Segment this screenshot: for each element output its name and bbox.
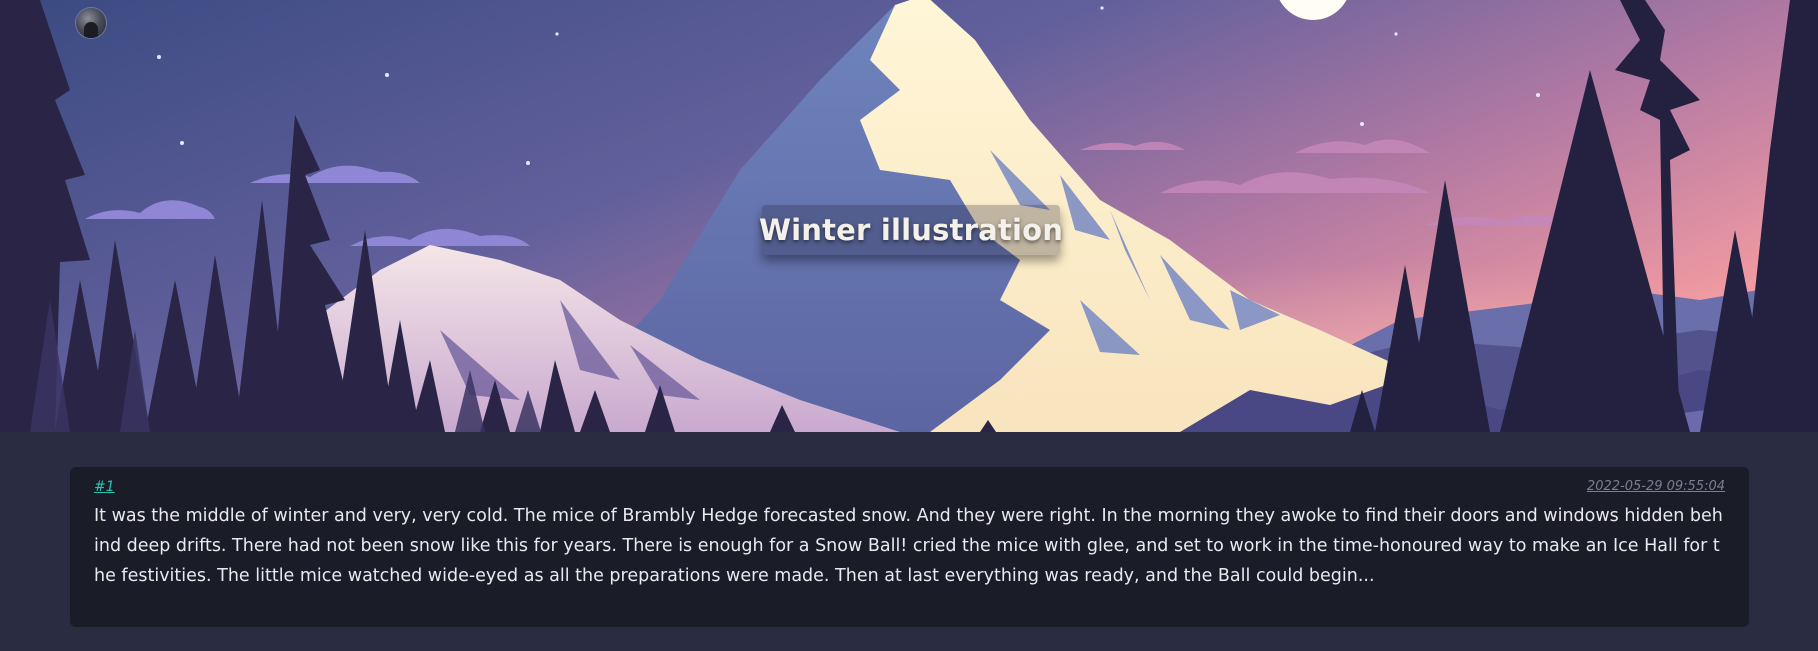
avatar-icon[interactable] [76, 8, 106, 38]
post-id-link[interactable]: #1 [94, 479, 115, 495]
menu-icon [1710, 10, 1818, 432]
hero-banner: Winter illustration [0, 0, 1818, 432]
menu-button[interactable] [1710, 10, 1742, 38]
page-title: Winter illustration [759, 205, 1063, 255]
page: Winter illustration #1 2022-05-29 09:55:… [0, 0, 1818, 651]
post-excerpt: It was the middle of winter and very, ve… [94, 506, 1723, 586]
search-button[interactable] [1672, 10, 1700, 38]
post-timestamp: 2022-05-29 09:55:04 [1586, 479, 1725, 494]
post-card[interactable]: #1 2022-05-29 09:55:04 It was the middle… [70, 467, 1749, 627]
